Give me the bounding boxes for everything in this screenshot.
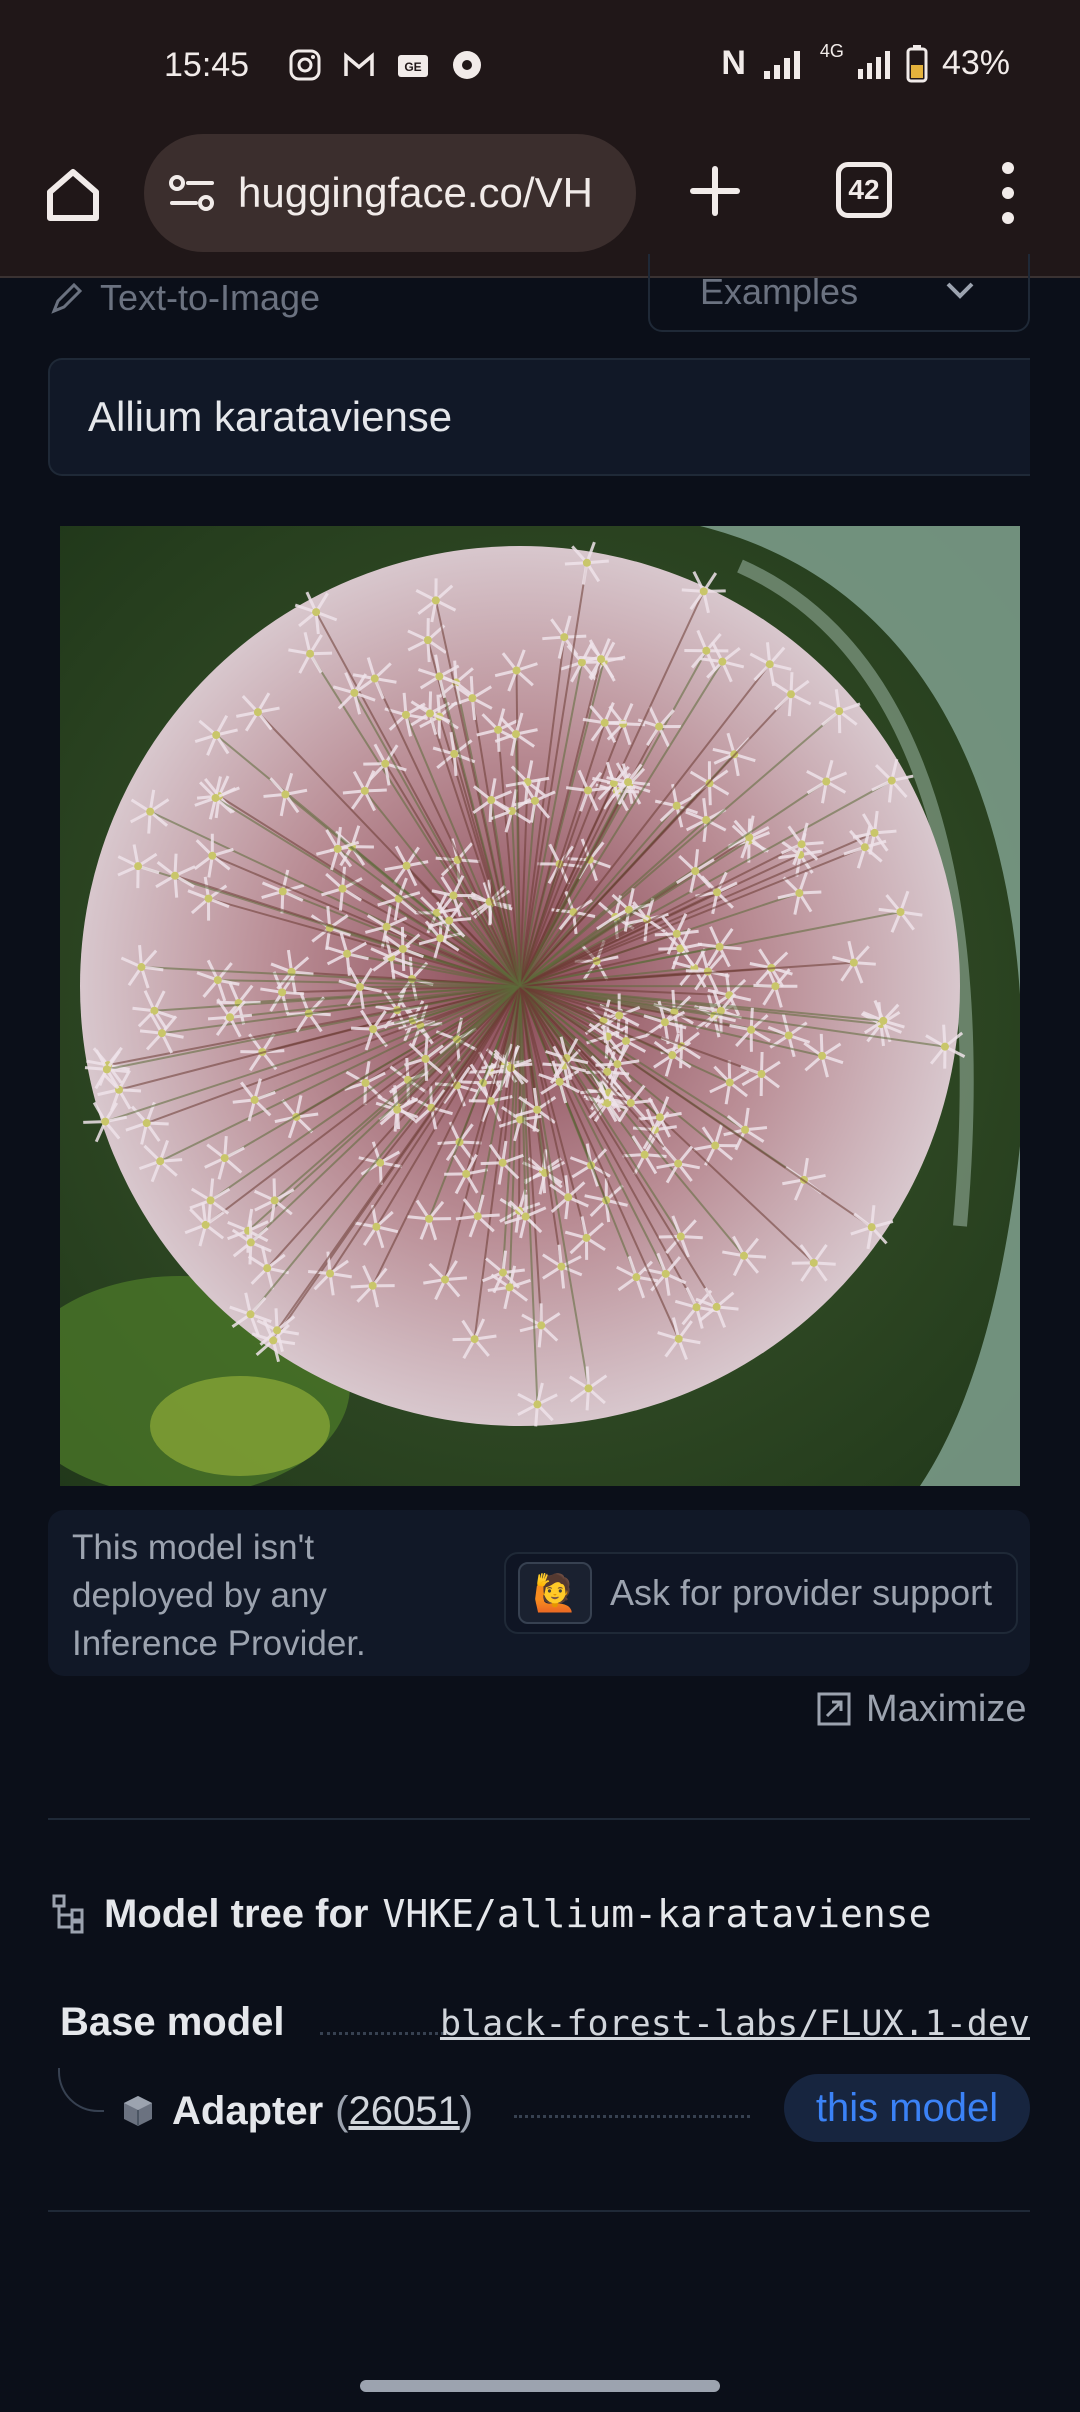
home-button[interactable] bbox=[36, 158, 110, 232]
chevron-down-icon bbox=[946, 282, 974, 299]
status-right: N 4G 43% bbox=[721, 41, 1010, 83]
browser-menu-button[interactable] bbox=[990, 156, 1026, 230]
menu-dot bbox=[1002, 211, 1014, 224]
base-model-label: Base model bbox=[60, 2000, 285, 2044]
site-settings-icon[interactable] bbox=[168, 173, 216, 213]
model-tree-heading: Model tree for VHKE/allium-karataviense bbox=[52, 1886, 932, 1942]
chrome-icon bbox=[450, 48, 484, 82]
svg-text:GE: GE bbox=[404, 60, 421, 74]
nfc-icon: N bbox=[721, 44, 746, 82]
adapter-count: (26051) bbox=[335, 2088, 474, 2133]
status-bar: 15:45 GE N 4G 43% bbox=[0, 0, 1080, 132]
gmail-icon bbox=[342, 48, 376, 82]
section-divider bbox=[48, 1818, 1030, 1820]
plus-icon bbox=[690, 166, 740, 216]
examples-dropdown[interactable]: Examples bbox=[648, 254, 1030, 332]
examples-label: Examples bbox=[700, 271, 859, 312]
home-icon bbox=[47, 169, 99, 221]
adapter-label: Adapter bbox=[172, 2088, 324, 2133]
battery-level: 43% bbox=[941, 44, 1010, 82]
base-model-link[interactable]: black-forest-labs/FLUX.1-dev bbox=[440, 2004, 1030, 2044]
maximize-icon bbox=[817, 1692, 851, 1726]
tab-switcher-button[interactable]: 42 bbox=[836, 162, 892, 218]
menu-dot bbox=[1002, 186, 1014, 199]
new-tab-button[interactable] bbox=[678, 154, 752, 228]
model-tree-title: Model tree for bbox=[104, 1891, 369, 1936]
inference-notice-text: This model isn't deployed by any Inferen… bbox=[72, 1528, 366, 1663]
cube-icon bbox=[124, 2096, 152, 2126]
raising-hand-icon: 🙋 bbox=[518, 1562, 592, 1624]
news-icon: GE bbox=[396, 48, 430, 82]
status-app-icons: GE bbox=[288, 48, 484, 82]
ask-provider-support-label: Ask for provider support bbox=[610, 1572, 993, 1613]
status-time: 15:45 bbox=[164, 46, 250, 84]
task-type-label: Text-to-Image bbox=[48, 268, 320, 328]
tree-connector bbox=[58, 2068, 104, 2112]
base-model-row: Base model black-forest-labs/FLUX.1-dev bbox=[60, 1996, 1030, 2054]
model-tree-icon bbox=[52, 1894, 84, 1934]
task-type-text: Text-to-Image bbox=[100, 277, 321, 318]
battery-icon bbox=[906, 44, 928, 82]
leader-dots bbox=[320, 2032, 450, 2035]
instagram-icon bbox=[288, 48, 322, 82]
menu-dot bbox=[1002, 162, 1014, 175]
pencil-icon bbox=[51, 282, 83, 314]
adapter-row: Adapter (26051) bbox=[120, 2080, 473, 2142]
section-divider bbox=[48, 2210, 1030, 2212]
inference-notice: This model isn't deployed by any Inferen… bbox=[48, 1510, 1030, 1676]
signal-2-icon bbox=[857, 50, 890, 79]
address-bar[interactable]: huggingface.co/VH bbox=[144, 134, 636, 252]
gesture-home-indicator[interactable] bbox=[360, 2380, 720, 2392]
generated-image bbox=[60, 526, 1020, 1486]
maximize-button[interactable]: Maximize bbox=[816, 1684, 1026, 1734]
adapter-count-link[interactable]: 26051 bbox=[348, 2089, 459, 2133]
ask-provider-support-button[interactable]: 🙋 Ask for provider support bbox=[504, 1552, 1018, 1634]
signal-icon bbox=[763, 50, 800, 79]
url-text: huggingface.co/VH bbox=[238, 169, 593, 216]
leader-dots bbox=[514, 2115, 750, 2118]
prompt-input[interactable]: Allium karataviense bbox=[48, 358, 1030, 476]
model-tree-repo: VHKE/allium-karataviense bbox=[382, 1892, 932, 1936]
network-type: 4G bbox=[819, 41, 844, 61]
allium-flower-image bbox=[60, 526, 1020, 1486]
maximize-label: Maximize bbox=[866, 1687, 1027, 1730]
this-model-badge: this model bbox=[784, 2074, 1030, 2142]
